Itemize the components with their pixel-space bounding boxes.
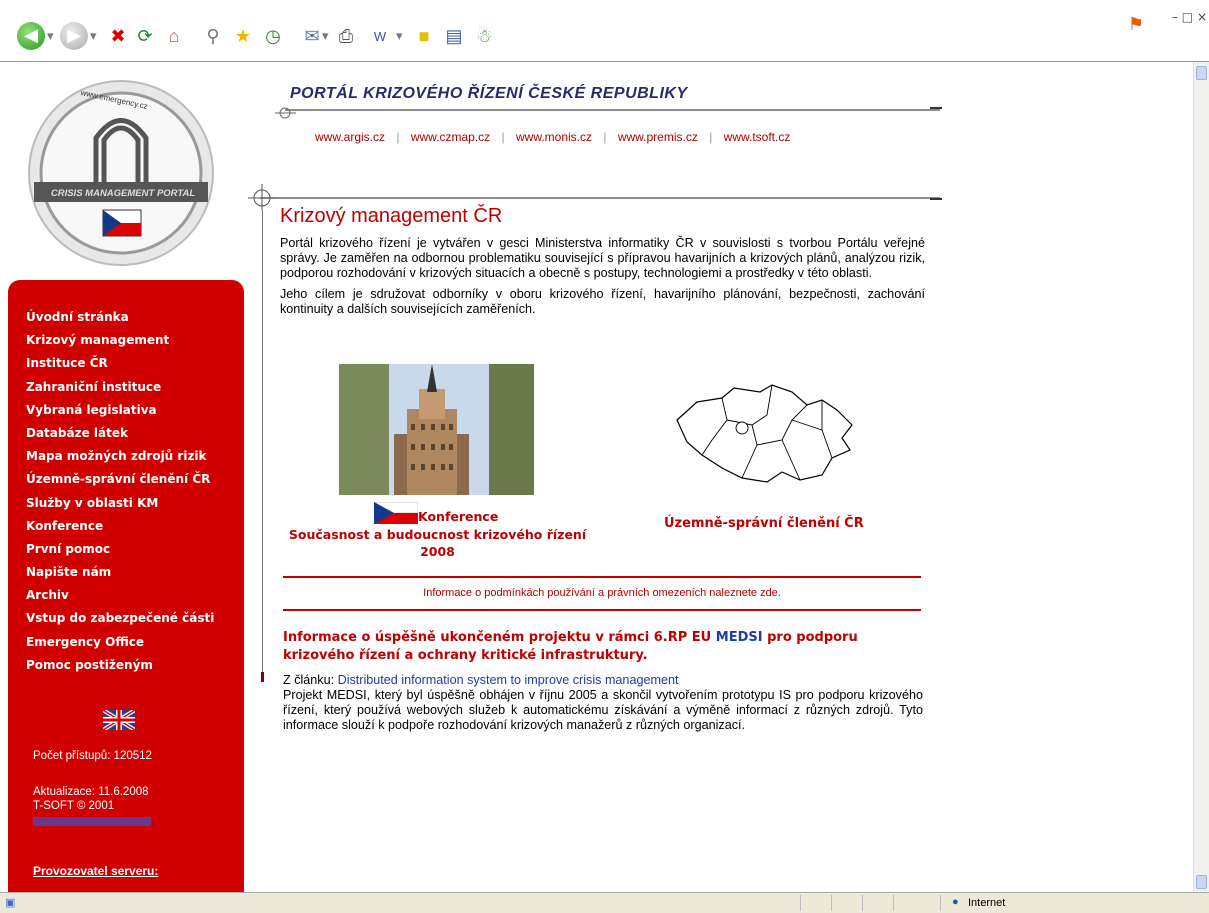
mail-dropdown-icon[interactable]: ▾ [322,28,329,44]
sidebar-item-legislation[interactable]: Vybraná legislativa [26,403,214,426]
sidebar-item-emergency-office[interactable]: Emergency Office [26,635,214,658]
favorites-star-icon[interactable]: ★ [229,22,257,50]
logo-band-text: CRISIS MANAGEMENT PORTAL [50,188,196,199]
link-argis[interactable]: www.argis.cz [315,130,385,144]
status-bar: ▣ ● Internet [0,892,1209,913]
sidebar-item-crisis-management[interactable]: Krizový management [26,333,214,356]
refresh-icon[interactable]: ⟳ [131,22,159,50]
sidebar-item-first-aid[interactable]: První pomoc [26,542,214,565]
windows-logo-icon: ⚑ [1127,14,1145,34]
close-icon[interactable]: × [1197,10,1207,24]
medsi-link[interactable]: MEDSI [716,630,763,645]
conference-photo[interactable] [339,364,534,495]
research-icon[interactable]: ▤ [440,22,468,50]
forward-arrow-icon[interactable]: ▶ [60,22,88,50]
discuss-icon[interactable]: ■ [410,22,438,50]
intro-paragraph: Portál krizového řízení je vytvářen v ge… [280,236,925,280]
copyright: T-SOFT © 2001 [33,800,115,812]
stop-icon[interactable]: ✖ [104,22,132,50]
czech-flag-icon [374,502,418,524]
article-body: Projekt MEDSI, který byl úspěšně obhájen… [283,688,923,732]
access-counter: Počet přístupů: 120512 [33,750,152,762]
back-dropdown-icon[interactable]: ▾ [47,28,54,44]
portal-title: PORTÁL KRIZOVÉHO ŘÍZENÍ ČESKÉ REPUBLIKY [290,85,688,102]
crisis-portal-logo[interactable] [26,78,216,268]
sidebar-item-km-services[interactable]: Služby v oblasti KM [26,496,214,519]
sidebar-item-substances-db[interactable]: Databáze látek [26,426,214,449]
home-icon[interactable]: ⌂ [160,22,188,50]
conference-label[interactable]: Konference [418,509,498,524]
maximize-icon[interactable]: □ [1182,10,1193,24]
internet-zone-globe-icon: ● [952,896,959,908]
divider-bottom [283,609,921,611]
map-caption-link[interactable]: Územně-správní členění ČR [664,516,864,531]
vertical-scrollbar[interactable] [1193,62,1209,892]
browser-toolbar: ◀ ▾ ▶ ▾ ✖ ⟳ ⌂ ⚲ ★ ◷ ✉ ▾ ⎙ W ▾ ■ ▤ ☃ ⚑ – … [0,0,1209,62]
sidebar-nav: Úvodní stránka Krizový management Instit… [26,310,214,681]
link-tsoft[interactable]: www.tsoft.cz [724,130,791,144]
sidebar-item-conference[interactable]: Konference [26,519,214,542]
czech-regions-map[interactable] [672,380,862,490]
uk-flag-icon[interactable] [103,710,135,730]
conference-title[interactable]: Současnost a budoucnost krizového řízení [280,526,595,543]
goal-paragraph: Jeho cílem je sdružovat odborníky v obor… [280,287,925,316]
window-controls[interactable]: – □ × [1172,10,1207,24]
sidebar-item-home[interactable]: Úvodní stránka [26,310,214,333]
last-updated: Aktualizace: 11.6.2008 [33,786,149,798]
sidebar-item-institutions-cr[interactable]: Instituce ČR [26,356,214,379]
link-premis[interactable]: www.premis.cz [618,130,698,144]
print-icon[interactable]: ⎙ [332,22,360,50]
redacted-email-link[interactable] [33,817,151,826]
page-title: Krizový management ČR [280,205,503,227]
link-czmap[interactable]: www.czmap.cz [411,130,490,144]
sidebar: Úvodní stránka Krizový management Instit… [8,280,244,892]
sidebar-item-risk-map[interactable]: Mapa možných zdrojů rizik [26,449,214,472]
history-icon[interactable]: ◷ [259,22,287,50]
scroll-up-arrow-icon[interactable] [1196,66,1207,80]
search-icon[interactable]: ⚲ [199,22,227,50]
server-provider-link[interactable]: Provozovatel serveru: [33,864,158,878]
partner-links: www.argis.cz | www.czmap.cz | www.monis.… [315,130,791,144]
word-edit-icon[interactable]: W [366,22,394,50]
sidebar-item-help-victims[interactable]: Pomoc postiženým [26,658,214,681]
sidebar-item-contact[interactable]: Napište nám [26,565,214,588]
sidebar-item-foreign-institutions[interactable]: Zahraniční instituce [26,380,214,403]
article-link[interactable]: Distributed information system to improv… [338,673,679,687]
messenger-icon[interactable]: ☃ [470,22,498,50]
link-monis[interactable]: www.monis.cz [516,130,592,144]
page-icon: ▣ [5,897,16,909]
minimize-icon[interactable]: – [1172,10,1178,24]
main-content: Krizový management ČR Portál krizového ř… [280,205,925,317]
conference-link[interactable]: Současnost a budoucnost krizového řízení… [280,526,595,560]
edit-dropdown-icon[interactable]: ▾ [396,28,403,44]
scroll-down-arrow-icon[interactable] [1196,875,1207,889]
article-block: Z článku: Distributed information system… [283,673,923,732]
project-news-heading: Informace o úspěšně ukončeném projektu v… [283,630,858,663]
forward-dropdown-icon[interactable]: ▾ [90,28,97,44]
sidebar-item-archive[interactable]: Archiv [26,588,214,611]
conference-year[interactable]: 2008 [280,543,595,560]
sidebar-item-territorial-division[interactable]: Územně-správní členění ČR [26,472,214,495]
zone-label: Internet [968,897,1006,909]
back-arrow-icon[interactable]: ◀ [17,22,45,50]
sidebar-item-secure-login[interactable]: Vstup do zabezpečené části [26,611,214,634]
divider-top [283,576,921,578]
terms-link[interactable]: Informace o podmínkách používání a právn… [283,587,921,599]
vertical-divider [262,210,263,680]
